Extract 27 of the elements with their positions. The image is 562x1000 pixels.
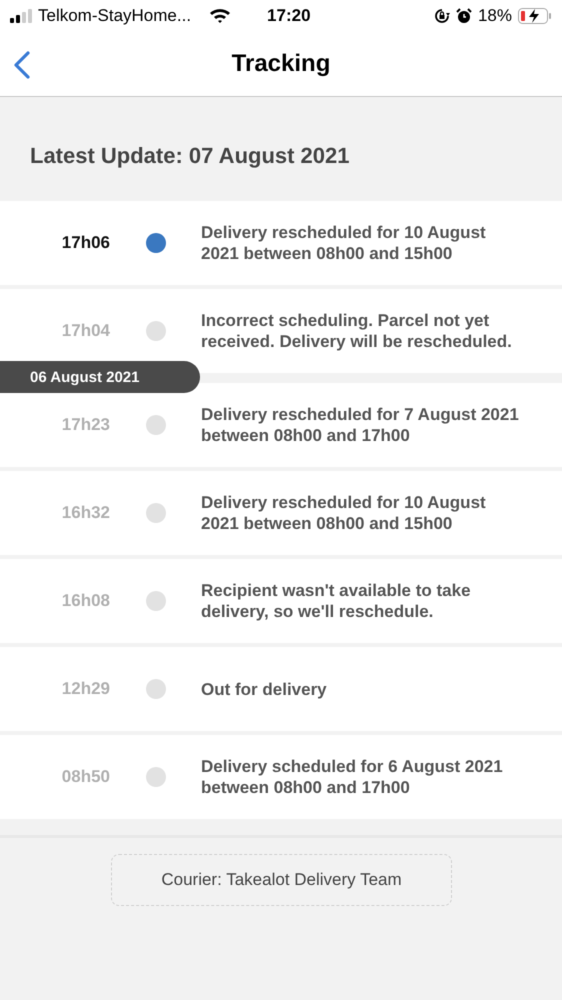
- event-time: 16h32: [60, 503, 110, 523]
- event-description: Out for delivery: [201, 678, 328, 700]
- event-description: Delivery rescheduled for 10 August 2021 between 08h00 and 15h00: [201, 492, 487, 534]
- charging-battery-icon: [518, 8, 552, 24]
- event-time: 12h29: [60, 679, 110, 699]
- rotation-lock-icon: [434, 8, 450, 24]
- latest-update-heading: Latest Update: 07 August 2021: [29, 142, 350, 170]
- event-description: Delivery rescheduled for 10 August 2021 between 08h00 and 15h00: [201, 222, 487, 264]
- alarm-icon: [456, 8, 472, 24]
- clock: 17:20: [267, 6, 311, 26]
- courier-label: Courier: Takealot Delivery Team: [111, 854, 452, 906]
- event-time: 08h50: [60, 767, 110, 787]
- event-time: 16h08: [60, 591, 110, 611]
- back-button[interactable]: [12, 50, 32, 80]
- event-description: Recipient wasn't available to take delivery, so we'll reschedule.: [201, 580, 472, 622]
- carrier-name: Telkom-StayHome...: [38, 6, 192, 26]
- event-time: 17h06: [60, 233, 110, 253]
- wifi-icon: [209, 8, 232, 24]
- date-label: 06 August 2021: [0, 361, 200, 393]
- event-description: Delivery scheduled for 6 August 2021 between 08h00 and 17h00: [201, 756, 504, 798]
- screen-title: Tracking: [230, 50, 332, 78]
- event-description: Incorrect scheduling. Parcel not yet received. Delivery will be rescheduled.: [201, 310, 513, 352]
- battery-percent: 18%: [478, 6, 512, 26]
- event-description: Delivery rescheduled for 7 August 2021 between 08h00 and 17h00: [201, 404, 520, 446]
- signal-icon: [10, 9, 32, 23]
- event-time: 17h23: [60, 415, 110, 435]
- event-time: 17h04: [60, 321, 110, 341]
